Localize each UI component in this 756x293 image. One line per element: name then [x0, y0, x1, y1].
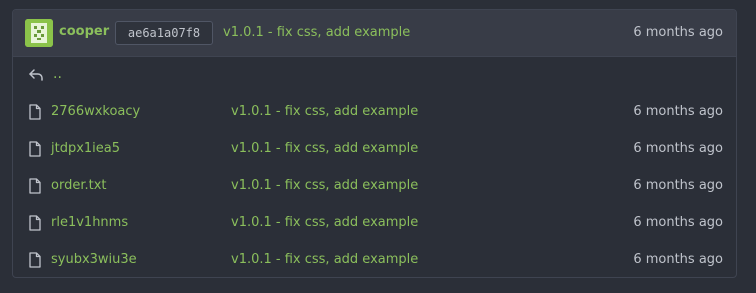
- file-time: 6 months ago: [633, 141, 723, 156]
- file-commit-link[interactable]: v1.0.1 - fix css, add example: [231, 141, 418, 156]
- file-row[interactable]: jtdpx1iea5 v1.0.1 - fix css, add example…: [13, 131, 736, 168]
- file-list-panel: cooper ae6a1a07f8 v1.0.1 - fix css, add …: [12, 9, 737, 278]
- avatar-identicon: [25, 19, 53, 47]
- parent-directory-row[interactable]: ..: [13, 57, 736, 94]
- latest-commit-header: cooper ae6a1a07f8 v1.0.1 - fix css, add …: [13, 10, 736, 57]
- file-commit-link[interactable]: v1.0.1 - fix css, add example: [231, 252, 418, 267]
- file-commit-link[interactable]: v1.0.1 - fix css, add example: [231, 215, 418, 230]
- file-commit-link[interactable]: v1.0.1 - fix css, add example: [231, 104, 418, 119]
- file-name-link[interactable]: rle1v1hnms: [51, 215, 128, 230]
- file-time: 6 months ago: [633, 215, 723, 230]
- file-time: 6 months ago: [633, 178, 723, 193]
- back-arrow-icon: [29, 69, 43, 81]
- file-icon: [29, 104, 41, 120]
- file-row[interactable]: rle1v1hnms v1.0.1 - fix css, add example…: [13, 205, 736, 242]
- file-row[interactable]: syubx3wiu3e v1.0.1 - fix css, add exampl…: [13, 242, 736, 277]
- file-time: 6 months ago: [633, 104, 723, 119]
- file-name-link[interactable]: order.txt: [51, 178, 107, 193]
- file-name-link[interactable]: syubx3wiu3e: [51, 252, 137, 267]
- file-row[interactable]: order.txt v1.0.1 - fix css, add example …: [13, 168, 736, 205]
- commit-message-link[interactable]: v1.0.1 - fix css, add example: [223, 25, 410, 40]
- file-name-link[interactable]: 2766wxkoacy: [51, 104, 140, 119]
- file-icon: [29, 141, 41, 157]
- file-icon: [29, 252, 41, 268]
- file-commit-link[interactable]: v1.0.1 - fix css, add example: [231, 178, 418, 193]
- author-avatar[interactable]: [25, 19, 53, 47]
- file-icon: [29, 178, 41, 194]
- file-row[interactable]: 2766wxkoacy v1.0.1 - fix css, add exampl…: [13, 94, 736, 131]
- file-icon: [29, 215, 41, 231]
- parent-directory-link[interactable]: ..: [53, 66, 62, 82]
- file-time: 6 months ago: [633, 252, 723, 267]
- commit-time: 6 months ago: [633, 25, 723, 40]
- file-name-link[interactable]: jtdpx1iea5: [51, 141, 120, 156]
- commit-sha-button[interactable]: ae6a1a07f8: [115, 21, 213, 45]
- commit-author-link[interactable]: cooper: [59, 24, 109, 39]
